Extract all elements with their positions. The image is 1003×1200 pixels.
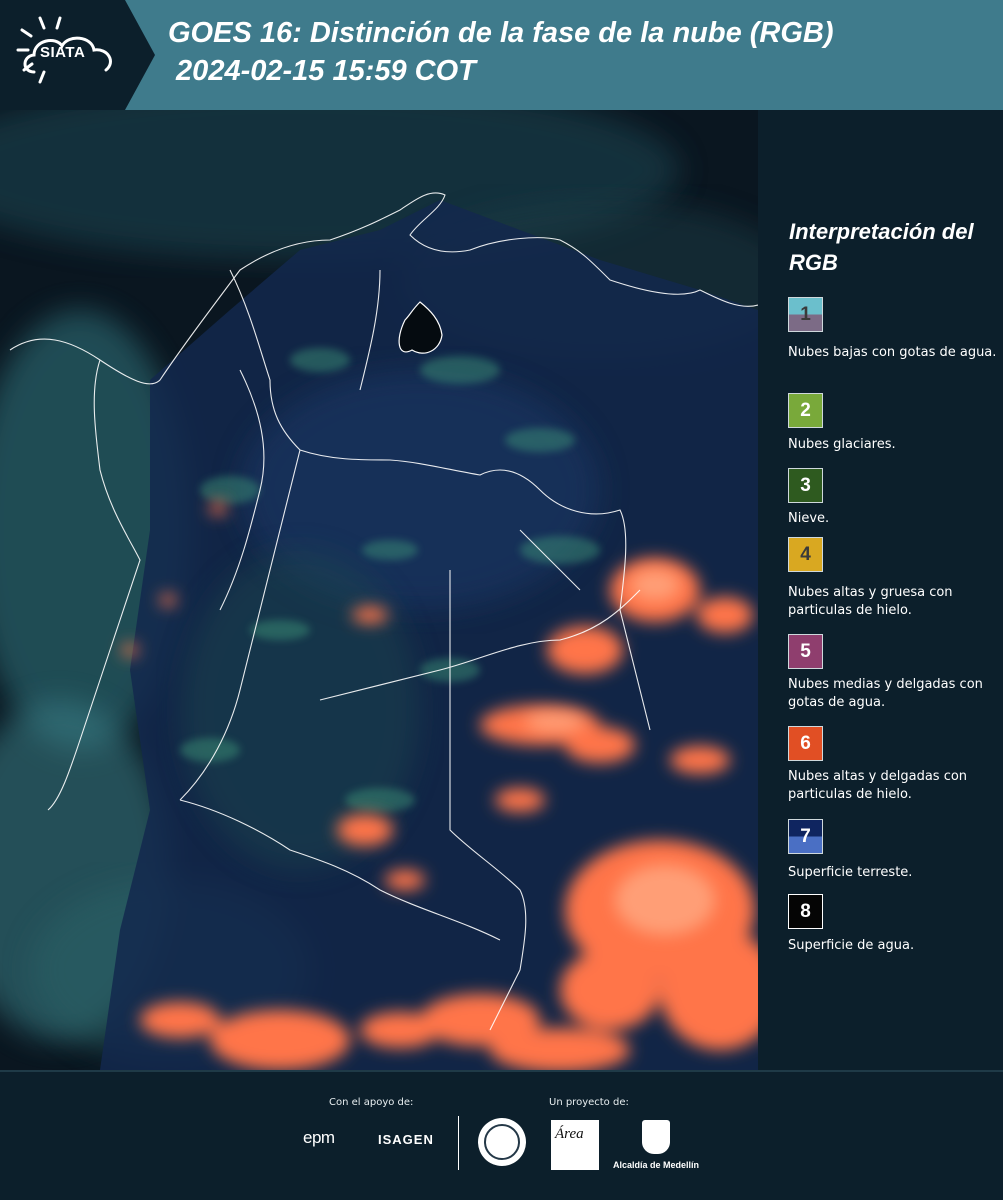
university-seal-icon [478,1118,526,1166]
support-label: Con el apoyo de: [329,1097,414,1108]
area-logo-text: Área [555,1126,584,1142]
legend-label-7: Superficie terreste. [788,865,913,880]
legend-number: 5 [800,641,811,662]
header-bar: SIATA GOES 16: Distinción de la fase de … [0,0,1003,110]
legend-swatch-6: 6 [788,726,823,761]
footer-sponsors: Con el apoyo de: Un proyecto de: epm ISA… [0,1070,1003,1200]
legend-swatch-2: 2 [788,393,823,428]
legend-number: 2 [800,400,811,421]
footer-divider [458,1116,459,1170]
legend-number: 1 [800,304,811,325]
legend-swatch-7: 7 [788,819,823,854]
legend-label-3: Nieve. [788,511,830,526]
legend-title: Interpretación del RGB [789,219,974,275]
alcaldia-label: Alcaldía de Medellín [613,1160,700,1170]
legend-swatch-8: 8 [788,894,823,929]
legend-number: 7 [800,826,811,847]
legend-label-8: Superficie de agua. [788,938,915,953]
satellite-map [0,110,758,1070]
area-metropolitana-logo: Área [551,1120,599,1170]
epm-logo: epm [303,1128,335,1147]
legend-label-1: Nubes bajas con gotas de agua. [788,345,997,360]
legend-number: 6 [800,733,811,754]
legend-number: 8 [800,901,811,922]
isagen-logo: ISAGEN [378,1132,434,1147]
legend-swatch-3: 3 [788,468,823,503]
page-title: GOES 16: Distinción de la fase de la nub… [168,14,834,90]
title-line-1: GOES 16: Distinción de la fase de la nub… [168,17,834,49]
legend-panel: Interpretación del RGB 1 Nubes bajas con… [760,110,1003,1070]
legend-label-2: Nubes glaciares. [788,437,896,452]
legend-number: 3 [800,475,811,496]
legend-swatch-4: 4 [788,537,823,572]
legend-swatch-5: 5 [788,634,823,669]
legend-label-6: Nubes altas y delgadas con particulas de… [788,769,968,802]
legend-label-4: Nubes altas y gruesa con particulas de h… [788,585,953,618]
legend-number: 4 [800,544,811,565]
project-label: Un proyecto de: [549,1097,629,1108]
legend-swatch-1: 1 [788,297,823,332]
alcaldia-crest-icon [642,1120,670,1154]
legend-label-5: Nubes medias y delgadas con gotas de agu… [788,677,983,710]
siata-logo: SIATA [0,0,155,110]
rgb-composite-image [0,110,758,1070]
title-line-2: 2024-02-15 15:59 COT [168,55,476,87]
siata-logo-text: SIATA [40,44,86,61]
